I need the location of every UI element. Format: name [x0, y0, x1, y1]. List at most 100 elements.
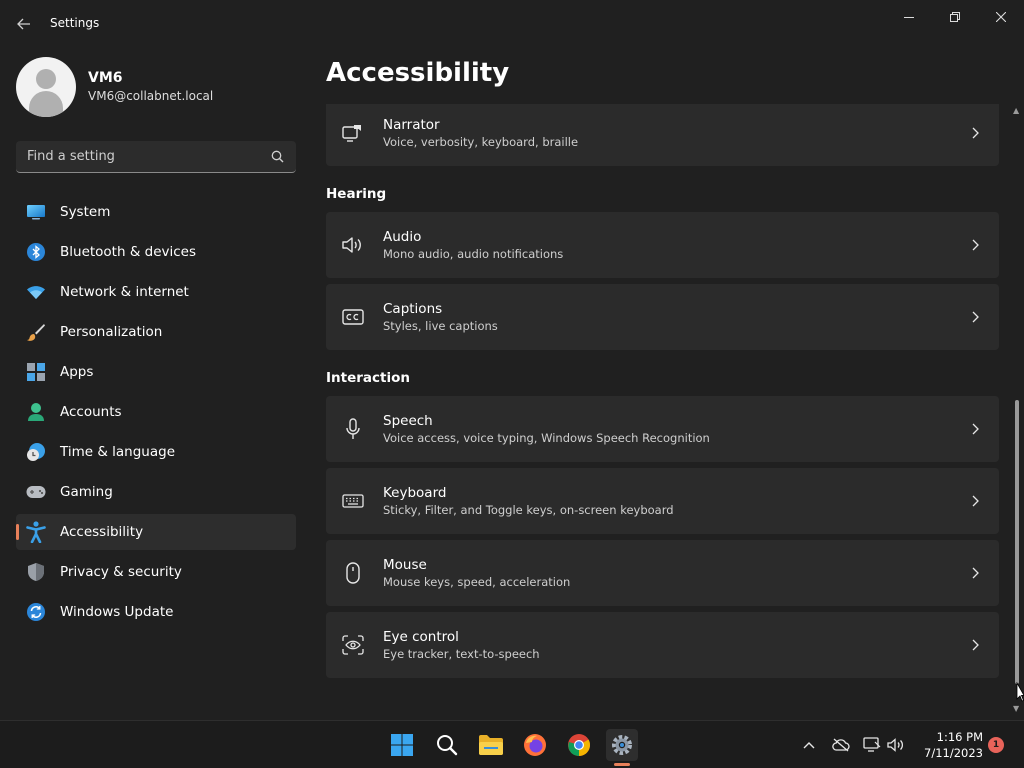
volume-tray-button[interactable]: [887, 736, 905, 754]
sidebar-item-label: Network & internet: [60, 284, 189, 300]
section-heading-hearing: Hearing: [326, 186, 387, 202]
settings-list: Narrator Voice, verbosity, keyboard, bra…: [326, 104, 999, 716]
eye-control-icon: [342, 634, 364, 656]
chrome-icon: [568, 734, 590, 756]
clock-date: 7/11/2023: [924, 746, 983, 760]
sidebar-item-windows-update[interactable]: Windows Update: [16, 594, 296, 630]
profile-name: VM6: [88, 70, 123, 86]
app-title: Settings: [50, 16, 100, 30]
sidebar-item-label: System: [60, 204, 111, 220]
search-icon[interactable]: [271, 150, 284, 163]
back-button[interactable]: [12, 12, 36, 36]
accessibility-icon: [26, 521, 46, 543]
speech-card[interactable]: Speech Voice access, voice typing, Windo…: [326, 396, 999, 462]
sidebar-item-accessibility[interactable]: Accessibility: [16, 514, 296, 550]
active-app-indicator: [614, 763, 630, 766]
card-title: Captions: [383, 301, 443, 317]
card-description: Sticky, Filter, and Toggle keys, on-scre…: [383, 503, 674, 517]
user-profile[interactable]: VM6 VM6@collabnet.local: [16, 57, 213, 117]
mouse-icon: [342, 562, 364, 584]
sidebar-item-accounts[interactable]: Accounts: [16, 394, 296, 430]
mouse-card[interactable]: Mouse Mouse keys, speed, acceleration: [326, 540, 999, 606]
sidebar-item-bluetooth[interactable]: Bluetooth & devices: [16, 234, 296, 270]
card-description: Mono audio, audio notifications: [383, 247, 564, 261]
captions-card[interactable]: Captions Styles, live captions: [326, 284, 999, 350]
search-box: [16, 141, 296, 173]
speaker-icon: [342, 234, 364, 256]
sidebar-item-label: Personalization: [60, 324, 163, 340]
sidebar-item-label: Bluetooth & devices: [60, 244, 197, 260]
close-icon: [996, 12, 1006, 22]
microphone-icon: [342, 418, 364, 440]
gamepad-icon: [26, 482, 46, 502]
settings-taskbar-button[interactable]: [606, 729, 638, 761]
card-description: Voice, verbosity, keyboard, braille: [383, 135, 579, 149]
keyboard-card[interactable]: Keyboard Sticky, Filter, and Toggle keys…: [326, 468, 999, 534]
sidebar-item-gaming[interactable]: Gaming: [16, 474, 296, 510]
card-title: Eye control: [383, 629, 459, 645]
chrome-button[interactable]: [563, 729, 595, 761]
sidebar-item-apps[interactable]: Apps: [16, 354, 296, 390]
search-input[interactable]: [16, 141, 256, 172]
card-title: Mouse: [383, 557, 427, 573]
audio-card[interactable]: Audio Mono audio, audio notifications: [326, 212, 999, 278]
sidebar-item-network[interactable]: Network & internet: [16, 274, 296, 310]
close-button[interactable]: [978, 6, 1024, 28]
restore-button[interactable]: [932, 6, 978, 28]
taskbar-search-button[interactable]: [431, 729, 463, 761]
card-description: Voice access, voice typing, Windows Spee…: [383, 431, 710, 445]
system-clock[interactable]: 1:16 PM 7/11/2023: [915, 729, 983, 761]
globe-clock-icon: [26, 442, 46, 462]
network-monitor-icon: [863, 737, 881, 752]
network-tray-button[interactable]: [863, 736, 881, 754]
narrator-icon: [342, 122, 364, 144]
content-scrollbar[interactable]: ▲ ▼: [1012, 104, 1022, 716]
eye-control-card[interactable]: Eye control Eye tracker, text-to-speech: [326, 612, 999, 678]
scroll-thumb[interactable]: [1015, 400, 1019, 684]
card-description: Eye tracker, text-to-speech: [383, 647, 540, 661]
sidebar-item-privacy-security[interactable]: Privacy & security: [16, 554, 296, 590]
avatar: [16, 57, 76, 117]
card-description: Mouse keys, speed, acceleration: [383, 575, 571, 589]
sidebar-nav: System Bluetooth & devices Network & int…: [16, 194, 296, 634]
captions-icon: [342, 306, 364, 328]
monitor-icon: [26, 202, 46, 222]
sidebar-item-personalization[interactable]: Personalization: [16, 314, 296, 350]
scroll-up-icon[interactable]: ▲: [1013, 106, 1019, 115]
file-explorer-button[interactable]: [475, 729, 507, 761]
minimize-button[interactable]: [886, 6, 932, 28]
sidebar-item-label: Apps: [60, 364, 94, 380]
narrator-card[interactable]: Narrator Voice, verbosity, keyboard, bra…: [326, 104, 999, 166]
sidebar-item-label: Time & language: [60, 444, 176, 460]
card-title: Audio: [383, 229, 422, 245]
card-title: Keyboard: [383, 485, 447, 501]
sidebar-item-label: Accessibility: [60, 524, 144, 540]
bluetooth-icon: [26, 242, 46, 262]
sidebar-item-time-language[interactable]: Time & language: [16, 434, 296, 470]
sidebar-item-system[interactable]: System: [16, 194, 296, 230]
chevron-right-icon: [969, 309, 981, 325]
scroll-down-icon[interactable]: ▼: [1013, 704, 1019, 713]
minimize-icon: [904, 17, 914, 18]
brush-icon: [26, 322, 46, 342]
chevron-right-icon: [969, 421, 981, 437]
card-description: Styles, live captions: [383, 319, 498, 333]
update-icon: [26, 602, 46, 622]
profile-email: VM6@collabnet.local: [88, 89, 214, 103]
firefox-button[interactable]: [519, 729, 551, 761]
page-title: Accessibility: [326, 58, 510, 88]
cloud-offline-icon: [832, 738, 850, 752]
onedrive-tray-button[interactable]: [832, 736, 850, 754]
show-hidden-icons-button[interactable]: [800, 736, 818, 754]
wifi-icon: [26, 282, 46, 302]
keyboard-icon: [342, 490, 364, 512]
notification-badge[interactable]: 1: [988, 737, 1004, 753]
card-title: Narrator: [383, 117, 440, 133]
arrow-left-icon: [17, 18, 30, 30]
sidebar-item-label: Privacy & security: [60, 564, 182, 580]
windows-logo-icon: [391, 734, 413, 756]
taskbar: 1:16 PM 7/11/2023 1: [0, 720, 1024, 768]
start-button[interactable]: [386, 729, 418, 761]
section-heading-interaction: Interaction: [326, 370, 410, 386]
search-icon: [437, 735, 458, 756]
